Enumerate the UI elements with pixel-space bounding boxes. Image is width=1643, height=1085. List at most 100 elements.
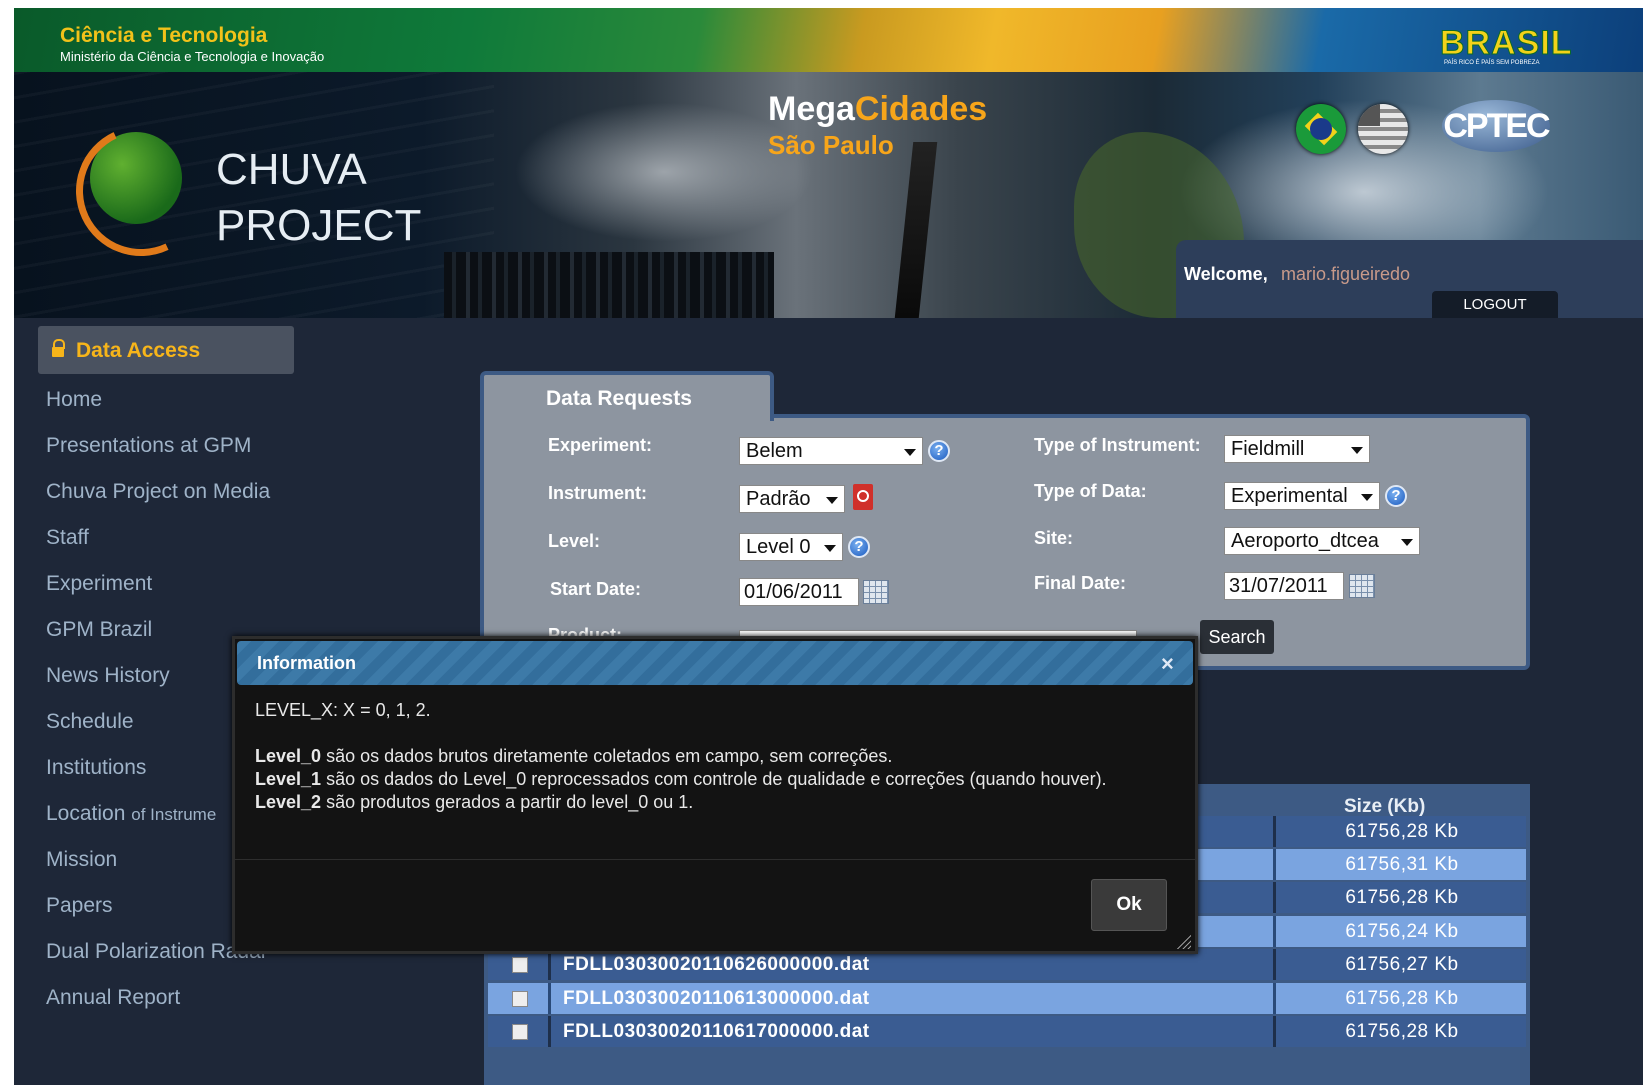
- search-button[interactable]: Search: [1200, 620, 1274, 654]
- dialog-divider: [235, 859, 1195, 860]
- site-value: Aeroporto_dtcea: [1231, 530, 1379, 552]
- gov-subtitle: Ministério da Ciência e Tecnologia e Ino…: [60, 49, 325, 64]
- nav-staff[interactable]: Staff: [46, 526, 89, 550]
- site-label: Site:: [1034, 528, 1074, 548]
- nav-annual-report[interactable]: Annual Report: [46, 986, 180, 1010]
- globe-logo-icon: [57, 107, 225, 275]
- nav-home[interactable]: Home: [46, 388, 102, 412]
- row-size: 61756,28 Kb: [1345, 1021, 1459, 1042]
- chuva-project-logo[interactable]: CHUVA PROJECT: [216, 142, 421, 254]
- dialog-titlebar[interactable]: Information ×: [237, 641, 1193, 685]
- resize-grip-icon[interactable]: [1175, 933, 1191, 949]
- level-2-text: são produtos gerados a partir do level_0…: [321, 792, 694, 812]
- level-help-icon[interactable]: ?: [848, 536, 870, 558]
- table-row[interactable]: FDLL03030020110613000000.dat 61756,28 Kb: [488, 983, 1526, 1014]
- dropdown-arrow-icon: [1361, 494, 1373, 501]
- nav-location-label: Location: [46, 802, 126, 825]
- dropdown-arrow-icon: [1351, 447, 1363, 454]
- mega-word: Mega: [768, 90, 855, 128]
- start-date-calendar-icon[interactable]: [863, 580, 889, 604]
- instrument-type-select[interactable]: Fieldmill: [1224, 435, 1370, 463]
- dialog-intro: LEVEL_X: X = 0, 1, 2.: [255, 700, 431, 720]
- lock-icon: [52, 339, 65, 357]
- final-date-calendar-icon[interactable]: [1349, 574, 1375, 598]
- nav-mission[interactable]: Mission: [46, 848, 117, 872]
- nav-presentations[interactable]: Presentations at GPM: [46, 434, 251, 458]
- row-filename[interactable]: FDLL03030020110626000000.dat: [563, 954, 870, 976]
- start-date-input[interactable]: 01/06/2011: [739, 578, 859, 606]
- row-size: 61756,28 Kb: [1345, 887, 1459, 908]
- brazil-flag-icon[interactable]: [1296, 104, 1346, 154]
- row-size: 61756,24 Kb: [1345, 921, 1459, 942]
- usa-flag-icon[interactable]: [1358, 104, 1408, 154]
- information-dialog: Information × LEVEL_X: X = 0, 1, 2. Leve…: [232, 636, 1198, 954]
- row-filename[interactable]: FDLL03030020110613000000.dat: [563, 988, 870, 1010]
- row-size: 61756,28 Kb: [1345, 821, 1459, 842]
- size-column-header[interactable]: Size (Kb): [1344, 796, 1425, 818]
- experiment-select[interactable]: Belem: [739, 437, 923, 465]
- government-bar: Ciência e Tecnologia Ministério da Ciênc…: [14, 8, 1643, 72]
- data-access-header: Data Access: [38, 326, 294, 374]
- instrument-select[interactable]: Padrão: [739, 485, 845, 513]
- row-checkbox[interactable]: [512, 957, 528, 973]
- final-date-input[interactable]: 31/07/2011: [1224, 572, 1344, 600]
- nav-institutions[interactable]: Institutions: [46, 756, 146, 780]
- data-type-label: Type of Data:: [1034, 481, 1147, 501]
- nav-location[interactable]: Location of Instrume: [46, 802, 216, 826]
- cidades-word: Cidades: [854, 90, 988, 128]
- close-icon[interactable]: ×: [1161, 651, 1174, 677]
- instrument-value: Padrão: [746, 488, 811, 510]
- site-select[interactable]: Aeroporto_dtcea: [1224, 527, 1420, 555]
- nav-schedule[interactable]: Schedule: [46, 710, 134, 734]
- logo-line-1: CHUVA: [216, 145, 367, 194]
- experiment-value: Belem: [746, 440, 803, 462]
- row-filename[interactable]: FDLL03030020110617000000.dat: [563, 1021, 870, 1043]
- instrument-type-value: Fieldmill: [1231, 438, 1305, 460]
- start-date-label: Start Date:: [550, 579, 642, 599]
- row-checkbox[interactable]: [512, 991, 528, 1007]
- dialog-body: LEVEL_X: X = 0, 1, 2. Level_0 são os dad…: [255, 699, 1173, 814]
- instrument-label: Instrument:: [548, 483, 647, 503]
- gov-title[interactable]: Ciência e Tecnologia: [60, 24, 267, 48]
- nav-location-suffix: of Instrume: [131, 805, 217, 824]
- data-requests-title: Data Requests: [546, 387, 692, 410]
- nav-media[interactable]: Chuva Project on Media: [46, 480, 270, 504]
- cptec-logo[interactable]: CPTEC: [1442, 100, 1551, 152]
- level-1-term: Level_1: [255, 769, 322, 789]
- experiment-label: Experiment:: [548, 435, 653, 455]
- bridge-tower-image: [894, 142, 938, 318]
- megacidades-title: MegaCidades: [768, 90, 987, 129]
- level-2-term: Level_2: [255, 792, 322, 812]
- level-0-term: Level_0: [255, 746, 322, 766]
- brasil-logo-tagline: PAÍS RICO É PAÍS SEM POBREZA: [1444, 60, 1540, 66]
- level-1-description: Level_1 são os dados do Level_0 reproces…: [255, 768, 1173, 791]
- dialog-title: Information: [257, 653, 356, 673]
- level-select[interactable]: Level 0: [739, 533, 843, 561]
- level-label: Level:: [548, 531, 601, 551]
- nav-gpm-brazil[interactable]: GPM Brazil: [46, 618, 152, 642]
- data-type-help-icon[interactable]: ?: [1385, 485, 1407, 507]
- data-type-value: Experimental: [1231, 485, 1348, 507]
- logo-line-2: PROJECT: [216, 201, 422, 250]
- ok-button[interactable]: Ok: [1091, 879, 1167, 931]
- level-value: Level 0: [746, 536, 811, 558]
- experiment-help-icon[interactable]: ?: [928, 440, 950, 462]
- level-0-text: são os dados brutos diretamente coletado…: [321, 746, 893, 766]
- brasil-logo[interactable]: BRASIL PAÍS RICO É PAÍS SEM POBREZA: [1434, 22, 1579, 68]
- logout-button[interactable]: LOGOUT: [1432, 291, 1558, 318]
- nav-news-history[interactable]: News History: [46, 664, 170, 688]
- dropdown-arrow-icon: [1401, 539, 1413, 546]
- page: Ciência e Tecnologia Ministério da Ciênc…: [0, 0, 1643, 1085]
- pdf-icon[interactable]: [853, 484, 873, 510]
- welcome-label: Welcome,: [1184, 264, 1268, 284]
- row-checkbox[interactable]: [512, 1024, 528, 1040]
- dropdown-arrow-icon: [826, 497, 838, 504]
- data-type-select[interactable]: Experimental: [1224, 482, 1380, 510]
- row-size: 61756,27 Kb: [1345, 954, 1459, 975]
- nav-experiment[interactable]: Experiment: [46, 572, 152, 596]
- nav-papers[interactable]: Papers: [46, 894, 113, 918]
- level-0-description: Level_0 são os dados brutos diretamente …: [255, 745, 1173, 768]
- dropdown-arrow-icon: [904, 449, 916, 456]
- table-row[interactable]: FDLL03030020110617000000.dat 61756,28 Kb: [488, 1016, 1526, 1047]
- final-date-label: Final Date:: [1034, 573, 1127, 593]
